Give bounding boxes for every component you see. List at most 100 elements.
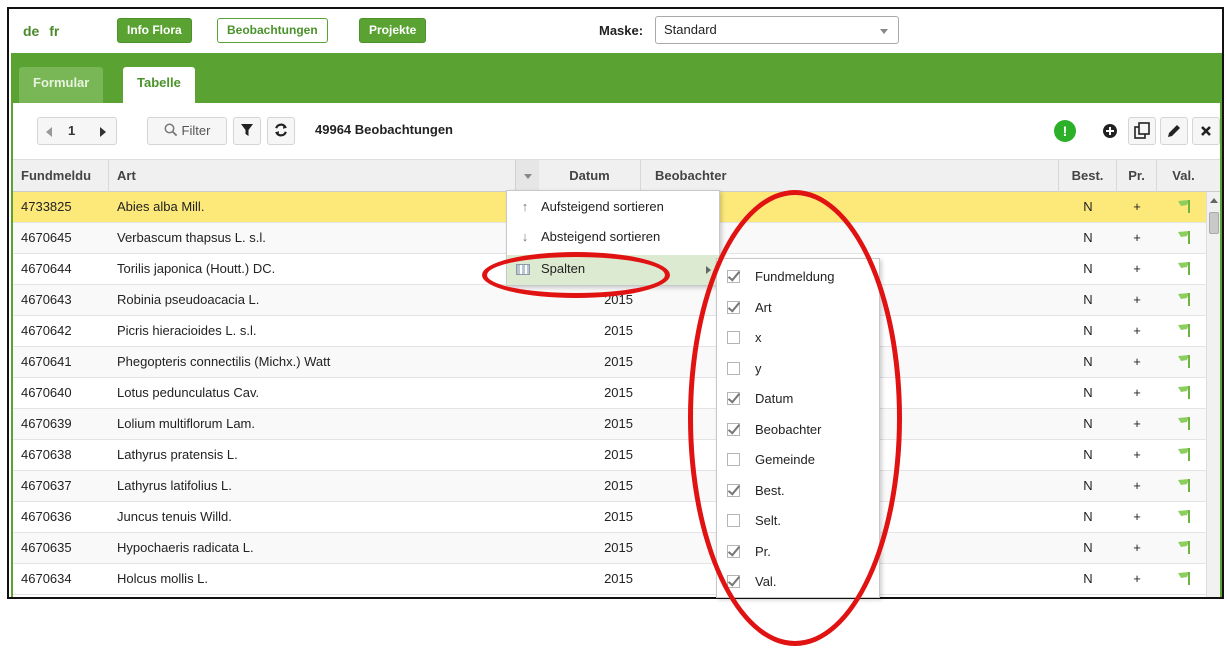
column-toggle-item[interactable]: Datum [717, 383, 879, 414]
cell-art: Lotus pedunculatus Cav. [117, 385, 260, 400]
cell-best: N [1083, 261, 1093, 276]
cell-datum: 2015 [604, 354, 633, 369]
validated-flag-icon[interactable] [1157, 564, 1206, 594]
column-toggle-item[interactable]: Best. [717, 475, 879, 506]
column-toggle-item[interactable]: Val. [717, 566, 879, 597]
checkbox-icon[interactable] [727, 483, 740, 497]
cell-pr: + [1133, 478, 1141, 493]
vertical-scrollbar[interactable] [1206, 192, 1220, 597]
menu-item-sort-asc[interactable]: ↑ Aufsteigend sortieren [507, 193, 719, 223]
beobachtungen-button[interactable]: Beobachtungen [217, 18, 328, 43]
table-row[interactable]: 4670640 Lotus pedunculatus Cav. 2015 N + [13, 378, 1206, 409]
column-header-datum[interactable]: Datum [539, 160, 641, 192]
column-toggle-item[interactable]: Beobachter [717, 414, 879, 445]
scroll-thumb[interactable] [1209, 212, 1219, 234]
delete-button[interactable] [1192, 117, 1220, 145]
exclamation-icon[interactable]: ! [1054, 120, 1076, 142]
column-header-fundmeldung[interactable]: Fundmeldu [13, 160, 109, 192]
copy-button[interactable] [1128, 117, 1156, 145]
table-row[interactable]: 4670634 Holcus mollis L. 2015 N + [13, 564, 1206, 595]
prev-page-icon[interactable] [46, 127, 52, 137]
filter-button[interactable]: Filter [147, 117, 227, 145]
validated-flag-icon[interactable] [1157, 254, 1206, 284]
column-toggle-item[interactable]: Art [717, 292, 879, 323]
column-toggle-item[interactable]: Fundmeldung [717, 261, 879, 292]
cell-fundmeldung: 4670642 [21, 323, 72, 338]
checkbox-icon[interactable] [727, 300, 740, 314]
checkbox-icon[interactable] [727, 453, 740, 466]
checkbox-icon[interactable] [727, 575, 740, 588]
validated-flag-icon[interactable] [1157, 440, 1206, 470]
column-toggle-item[interactable]: Selt. [717, 505, 879, 536]
cell-best: N [1083, 199, 1093, 214]
column-menu-trigger[interactable] [515, 160, 539, 192]
menu-item-sort-desc[interactable]: ↓ Absteigend sortieren [507, 223, 719, 253]
table-row[interactable]: 4670637 Lathyrus latifolius L. 2015 N + [13, 471, 1206, 502]
checkbox-icon[interactable] [727, 392, 740, 405]
funnel-button[interactable] [233, 117, 261, 145]
info-flora-button[interactable]: Info Flora [117, 18, 192, 43]
toolbar-actions: ! [1044, 117, 1220, 145]
column-toggle-item[interactable]: Gemeinde [717, 444, 879, 475]
tab-tabelle[interactable]: Tabelle [123, 67, 195, 103]
validated-flag-icon[interactable] [1157, 378, 1206, 408]
language-switcher: de fr [23, 23, 65, 39]
cell-best: N [1083, 447, 1093, 462]
table-row[interactable]: 4670639 Lolium multiflorum Lam. 2015 N + [13, 409, 1206, 440]
validated-flag-icon[interactable] [1157, 285, 1206, 315]
column-toggle-item[interactable]: y [717, 353, 879, 384]
scroll-up-icon[interactable] [1210, 198, 1218, 203]
table-row[interactable]: 4670635 Hypochaeris radicata L. 2015 N + [13, 533, 1206, 564]
validated-flag-icon[interactable] [1157, 409, 1206, 439]
table-row[interactable]: 4670642 Picris hieracioides L. s.l. 2015 N + [13, 316, 1206, 347]
maske-select[interactable]: Standard [655, 16, 899, 44]
column-toggle-label: y [755, 360, 762, 376]
checkbox-icon[interactable] [727, 361, 740, 375]
close-icon [1201, 126, 1211, 136]
column-header-pr[interactable]: Pr. [1117, 160, 1157, 192]
table-row[interactable]: 4670636 Juncus tenuis Willd. 2015 N + [13, 502, 1206, 533]
column-toggle-label: Art [755, 299, 772, 315]
column-header-beobachter[interactable]: Beobachter [641, 160, 1059, 192]
column-header-best[interactable]: Best. [1059, 160, 1117, 192]
table-row[interactable]: 4670641 Phegopteris connectilis (Michx.) … [13, 347, 1206, 378]
column-toggle-item[interactable]: Pr. [717, 536, 879, 567]
cell-art: Lolium multiflorum Lam. [117, 416, 255, 431]
column-header-art[interactable]: Art [109, 160, 539, 192]
cell-fundmeldung: 4670634 [21, 571, 72, 586]
validated-flag-icon[interactable] [1157, 192, 1206, 222]
cell-art: Hypochaeris radicata L. [117, 540, 254, 555]
lang-de-link[interactable]: de [23, 23, 39, 39]
add-button[interactable] [1096, 117, 1124, 145]
column-header-val[interactable]: Val. [1157, 160, 1210, 192]
pencil-icon [1168, 125, 1180, 137]
checkbox-icon[interactable] [727, 422, 740, 436]
edit-button[interactable] [1160, 117, 1188, 145]
table-row[interactable]: 4670638 Lathyrus pratensis L. 2015 N + [13, 440, 1206, 471]
validated-flag-icon[interactable] [1157, 223, 1206, 253]
next-page-icon[interactable] [100, 127, 106, 137]
column-toggle-label: Pr. [755, 543, 771, 559]
pager[interactable]: 1 [37, 117, 117, 145]
validated-flag-icon[interactable] [1157, 471, 1206, 501]
checkbox-icon[interactable] [727, 331, 740, 344]
chevron-down-icon [524, 174, 532, 179]
menu-item-spalten[interactable]: Spalten [507, 255, 719, 285]
checkbox-icon[interactable] [727, 514, 740, 527]
checkbox-icon[interactable] [727, 544, 740, 558]
column-toggle-item[interactable]: x [717, 322, 879, 353]
validated-flag-icon[interactable] [1157, 533, 1206, 563]
refresh-button[interactable] [267, 117, 295, 145]
validated-flag-icon[interactable] [1157, 502, 1206, 532]
tab-formular[interactable]: Formular [19, 67, 104, 103]
app-window: de fr Info Flora Beobachtungen Projekte … [7, 7, 1224, 599]
table-row[interactable]: 4670643 Robinia pseudoacacia L. 2015 N + [13, 285, 1206, 316]
checkbox-icon[interactable] [727, 270, 740, 283]
projekte-button[interactable]: Projekte [359, 18, 427, 43]
validated-flag-icon[interactable] [1157, 316, 1206, 346]
column-toggle-label: x [755, 330, 762, 345]
validated-flag-icon[interactable] [1157, 347, 1206, 377]
cell-pr: + [1133, 416, 1141, 431]
cell-art: Torilis japonica (Houtt.) DC. [117, 261, 276, 276]
lang-fr-link[interactable]: fr [49, 23, 59, 39]
